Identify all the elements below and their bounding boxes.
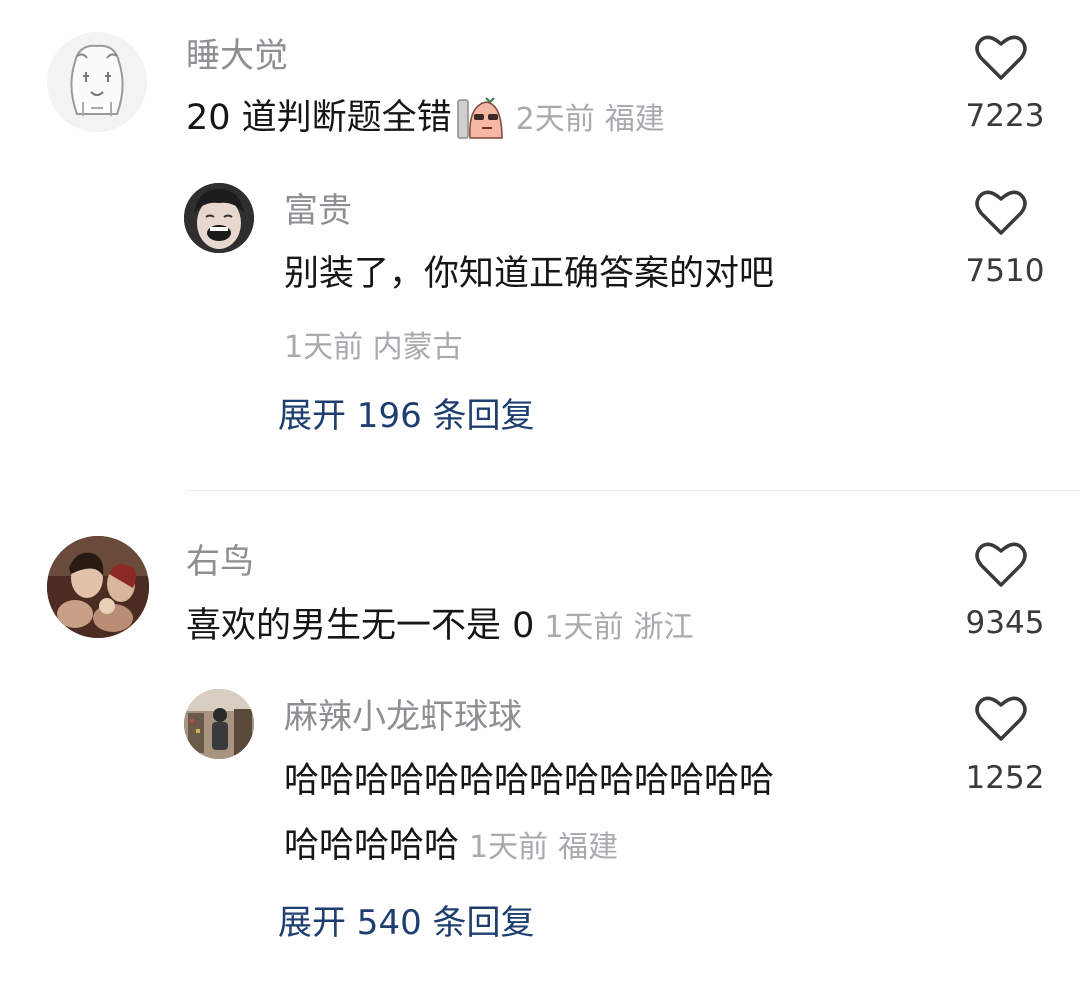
heart-outline-icon	[975, 190, 1027, 235]
comment-text-row: 喜欢的男生无一不是 0 1天前 浙江	[186, 604, 694, 650]
reply-location: 福建	[558, 830, 619, 865]
comment-text: 喜欢的男生无一不是 0	[186, 606, 535, 646]
comment-username[interactable]: 右鸟	[186, 542, 254, 582]
like-count: 7223	[965, 98, 1045, 134]
sketch-face-avatar-icon	[47, 32, 147, 132]
heart-outline-icon	[975, 35, 1027, 80]
comment-text-row: 20 道判断题全错 2天前 福建	[186, 96, 665, 142]
avatar-comment-2[interactable]	[47, 536, 149, 638]
like-count: 9345	[965, 605, 1045, 641]
reply-text: 别装了，你知道正确答案的对吧	[284, 254, 775, 294]
comment-text: 20 道判断题全错	[186, 98, 452, 138]
heart-outline-icon	[975, 542, 1027, 587]
reply-time: 1天前	[469, 830, 549, 865]
painting-avatar-icon	[47, 536, 149, 638]
like-button-comment-1[interactable]	[975, 34, 1035, 86]
expand-replies-link[interactable]: 展开 540 条回复	[278, 903, 535, 943]
grumpy-face-emoji-icon	[456, 96, 506, 142]
reply-location: 内蒙古	[372, 330, 463, 365]
avatar-reply-1[interactable]	[184, 183, 254, 253]
like-count: 7510	[965, 253, 1045, 289]
comment-time: 2天前	[515, 102, 595, 137]
reply-text-line-1: 哈哈哈哈哈哈哈哈哈哈哈哈哈哈	[284, 761, 775, 801]
reply-meta-row: 1天前 内蒙古	[284, 322, 463, 366]
comment-location: 浙江	[633, 610, 694, 645]
heart-outline-icon	[975, 696, 1027, 741]
street-photo-avatar-icon	[184, 689, 254, 759]
like-button-reply-1[interactable]	[975, 189, 1035, 241]
reply-time: 1天前	[284, 330, 364, 365]
like-count: 1252	[965, 760, 1045, 796]
avatar-reply-2[interactable]	[184, 689, 254, 759]
comment-location: 福建	[604, 102, 665, 137]
like-button-reply-2[interactable]	[975, 695, 1035, 747]
like-button-comment-2[interactable]	[975, 541, 1035, 593]
reply-text-line-2: 哈哈哈哈哈	[284, 826, 460, 866]
reply-username[interactable]: 麻辣小龙虾球球	[284, 697, 522, 737]
comment-username[interactable]: 睡大觉	[186, 36, 288, 76]
laughing-face-avatar-icon	[184, 183, 254, 253]
avatar-comment-1[interactable]	[47, 32, 147, 132]
comment-time: 1天前	[544, 610, 624, 645]
divider	[186, 490, 1080, 491]
reply-username[interactable]: 富贵	[284, 191, 352, 231]
expand-replies-link[interactable]: 展开 196 条回复	[278, 396, 535, 436]
reply-text-line-2-row: 哈哈哈哈哈 1天前 福建	[284, 824, 618, 870]
